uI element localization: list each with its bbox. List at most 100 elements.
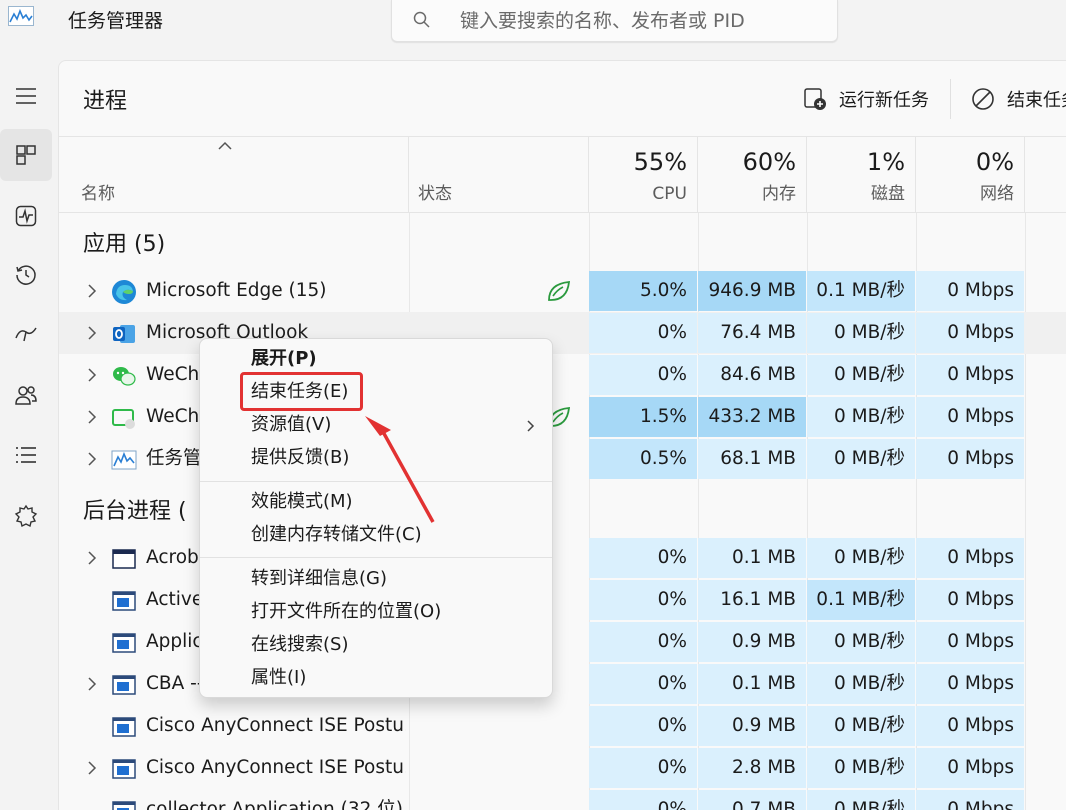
outlook-icon (111, 321, 137, 347)
memory-cell: 84.6 MB (698, 355, 806, 395)
disk-cell: 0 MB/秒 (807, 748, 915, 788)
table-row[interactable]: Cisco AnyConnect ISE Postu... 0% 0.9 MB 0 M… (59, 705, 1066, 747)
annotation-arrow-icon (365, 416, 435, 523)
window-icon (111, 546, 137, 572)
cpu-cell: 0% (589, 622, 697, 662)
app-title: 任务管理器 (68, 10, 164, 32)
column-status-label: 状态 (418, 184, 452, 204)
task-manager-icon (111, 447, 137, 473)
processes-icon (16, 145, 36, 165)
memory-cell: 2.8 MB (698, 748, 806, 788)
menu-item-efficiency-mode[interactable]: 效能模式(M) (251, 490, 353, 514)
expand-chevron-icon[interactable] (85, 451, 99, 467)
column-header-status[interactable]: 状态 (409, 137, 589, 213)
network-cell: 0 Mbps (916, 580, 1024, 620)
column-name-label: 名称 (81, 184, 115, 204)
column-header-divider (59, 212, 1066, 213)
network-cell: 0 Mbps (916, 355, 1024, 395)
end-task-icon (972, 88, 994, 110)
network-cell: 0 Mbps (916, 439, 1024, 479)
menu-item-expand[interactable]: 展开(P) (251, 347, 317, 371)
wechat-icon (111, 363, 137, 389)
column-memory-label: 内存 (762, 184, 796, 204)
service-app-icon (111, 756, 137, 782)
memory-cell: 0.9 MB (698, 622, 806, 662)
search-input[interactable]: 键入要搜索的名称、发布者或 PID (460, 9, 745, 33)
sidebar-item-startup-apps[interactable] (0, 308, 52, 360)
table-row[interactable]: Cisco AnyConnect ISE Postu... 0% 2.8 MB 0 M… (59, 747, 1066, 789)
disk-cell: 0 MB/秒 (807, 313, 915, 353)
column-header-network[interactable]: 0% 网络 (916, 137, 1025, 213)
process-name: collector Application (32 位) (146, 799, 403, 810)
cpu-cell: 1.5% (589, 397, 697, 437)
cpu-cell: 0% (589, 313, 697, 353)
group-background-title: 后台进程 ( (83, 499, 187, 524)
menu-item-feedback[interactable]: 提供反馈(B) (251, 446, 349, 470)
network-cell: 0 Mbps (916, 622, 1024, 662)
disk-cell: 0 MB/秒 (807, 664, 915, 704)
column-header-memory[interactable]: 60% 内存 (698, 137, 807, 213)
search-icon (413, 11, 430, 28)
disk-total-percent: 1% (866, 148, 905, 176)
memory-cell: 433.2 MB (698, 397, 806, 437)
network-cell: 0 Mbps (916, 313, 1024, 353)
disk-cell: 0.1 MB/秒 (807, 271, 915, 311)
sort-ascending-icon (218, 141, 232, 150)
run-new-task-button[interactable]: 运行新任务 (803, 83, 929, 115)
network-cell: 0 Mbps (916, 706, 1024, 746)
memory-cell: 16.1 MB (698, 580, 806, 620)
network-cell: 0 Mbps (916, 538, 1024, 578)
menu-item-go-to-details[interactable]: 转到详细信息(G) (251, 567, 387, 591)
run-new-task-label: 运行新任务 (839, 90, 929, 111)
sidebar-menu-toggle[interactable] (0, 70, 52, 122)
cpu-cell: 0% (589, 748, 697, 788)
expand-chevron-icon[interactable] (85, 409, 99, 425)
sidebar-item-users[interactable] (0, 369, 52, 421)
details-icon (16, 447, 36, 463)
network-cell: 0 Mbps (916, 748, 1024, 788)
disk-cell: 0 MB/秒 (807, 706, 915, 746)
table-row[interactable]: collector Application (32 位) 0% 0.7 MB 0 MB… (59, 789, 1066, 810)
expand-chevron-icon[interactable] (85, 676, 99, 692)
services-icon (14, 504, 38, 528)
memory-cell: 0.1 MB (698, 664, 806, 704)
memory-cell: 68.1 MB (698, 439, 806, 479)
expand-chevron-icon[interactable] (85, 550, 99, 566)
column-header-name[interactable]: 名称 (59, 137, 409, 213)
disk-cell: 0 MB/秒 (807, 439, 915, 479)
sidebar-item-details[interactable] (0, 429, 52, 481)
expand-chevron-icon[interactable] (85, 283, 99, 299)
wechat-work-icon (111, 405, 137, 431)
column-header-cpu[interactable]: 55% CPU (589, 137, 698, 213)
expand-chevron-icon[interactable] (85, 325, 99, 341)
efficiency-mode-leaf-icon (545, 278, 573, 304)
menu-separator (200, 557, 552, 558)
sidebar-item-services[interactable] (0, 490, 52, 542)
end-task-label: 结束任务 (1007, 90, 1066, 111)
sidebar-item-app-history[interactable] (0, 249, 52, 301)
expand-chevron-icon[interactable] (85, 760, 99, 776)
disk-cell: 0 MB/秒 (807, 397, 915, 437)
column-cpu-label: CPU (652, 184, 687, 204)
run-new-task-icon (804, 88, 826, 110)
menu-item-properties[interactable]: 属性(I) (251, 666, 306, 690)
table-row[interactable]: Microsoft Edge (15) 5.0% 946.9 MB 0.1 MB/秒 0… (59, 270, 1066, 312)
startup-apps-icon (15, 327, 37, 342)
app-history-icon (16, 265, 36, 285)
menu-item-search-online[interactable]: 在线搜索(S) (251, 633, 348, 657)
expand-chevron-icon[interactable] (85, 367, 99, 383)
cpu-cell: 0% (589, 664, 697, 704)
cpu-cell: 0.5% (589, 439, 697, 479)
sidebar-item-processes[interactable] (0, 129, 52, 181)
sidebar-item-performance[interactable] (0, 190, 52, 242)
edge-icon (111, 279, 137, 305)
network-cell: 0 Mbps (916, 271, 1024, 311)
end-task-button[interactable]: 结束任务 (971, 83, 1066, 115)
cpu-cell: 5.0% (589, 271, 697, 311)
menu-item-resource-values[interactable]: 资源值(V) (251, 413, 331, 437)
network-total-percent: 0% (975, 148, 1014, 176)
search-box[interactable]: 键入要搜索的名称、发布者或 PID (391, 0, 838, 42)
menu-item-open-file-location[interactable]: 打开文件所在的位置(O) (251, 600, 441, 624)
cpu-cell: 0% (589, 580, 697, 620)
column-header-disk[interactable]: 1% 磁盘 (807, 137, 916, 213)
